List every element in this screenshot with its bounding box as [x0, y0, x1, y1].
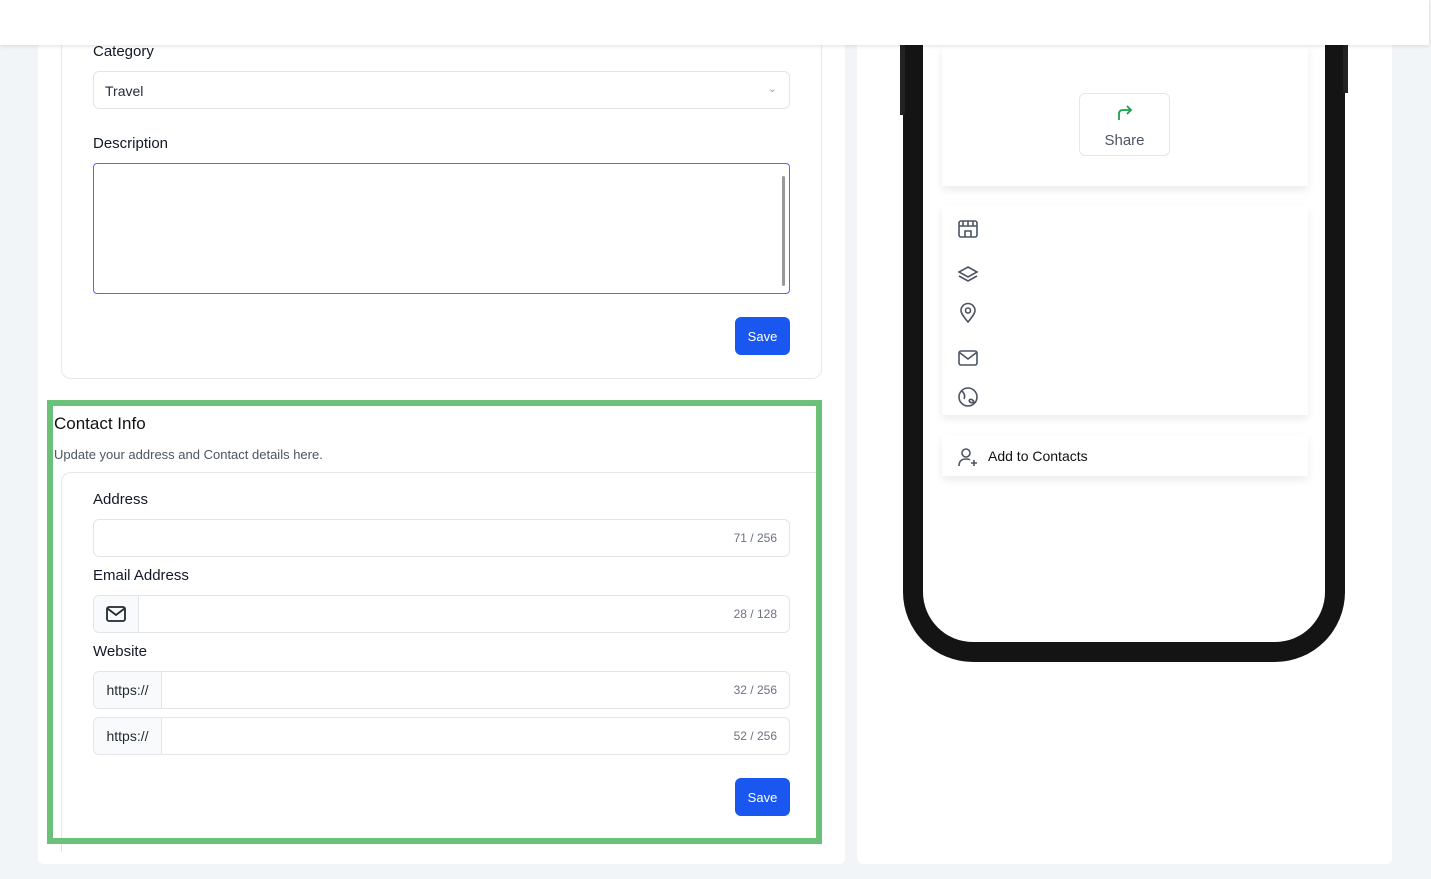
contact-info-subtitle: Update your address and Contact details …: [54, 447, 323, 462]
phone-button: [1343, 45, 1348, 93]
email-input[interactable]: 28 / 128: [93, 595, 790, 633]
add-contacts-label: Add to Contacts: [988, 448, 1088, 464]
save-button[interactable]: Save: [735, 317, 790, 355]
mail-icon: [94, 596, 139, 632]
description-textarea[interactable]: [93, 163, 790, 294]
chevron-down-icon: ⌄: [767, 83, 777, 95]
address-label: Address: [93, 491, 149, 508]
email-char-count: 28 / 128: [733, 607, 777, 621]
category-select[interactable]: Travel ⌄: [93, 71, 790, 109]
share-label: Share: [1104, 132, 1145, 149]
contact-info-title: Contact Info: [54, 414, 146, 433]
details-section: [942, 205, 1308, 415]
address-input[interactable]: 71 / 256: [93, 519, 790, 557]
globe-icon: [958, 387, 978, 407]
website-label: Website: [93, 643, 147, 660]
website-input-1[interactable]: https:// 32 / 256: [93, 671, 790, 709]
email-label: Email Address: [93, 567, 189, 584]
category-value: Travel: [105, 83, 144, 99]
website-prefix: https://: [94, 672, 162, 708]
layers-icon: [957, 266, 979, 282]
website2-char-count: 52 / 256: [733, 729, 777, 743]
building-icon: [958, 220, 978, 238]
website1-char-count: 32 / 256: [733, 683, 777, 697]
map-pin-icon: [960, 302, 976, 324]
address-char-count: 71 / 256: [733, 531, 777, 545]
contact-save-button[interactable]: Save: [735, 778, 790, 816]
phone-button: [900, 45, 905, 115]
textarea-scrollbar[interactable]: [782, 176, 785, 286]
category-label: Category: [93, 43, 154, 60]
website-input-2[interactable]: https:// 52 / 256: [93, 717, 790, 755]
top-bar: [0, 0, 1429, 45]
share-button[interactable]: Share: [1079, 93, 1170, 156]
description-label: Description: [93, 135, 169, 152]
add-contacts-button[interactable]: Add to Contacts: [942, 435, 1308, 476]
mail-icon: [958, 350, 978, 366]
website-prefix: https://: [94, 718, 162, 754]
user-plus-icon: [958, 448, 977, 467]
share-icon: [1080, 103, 1169, 128]
